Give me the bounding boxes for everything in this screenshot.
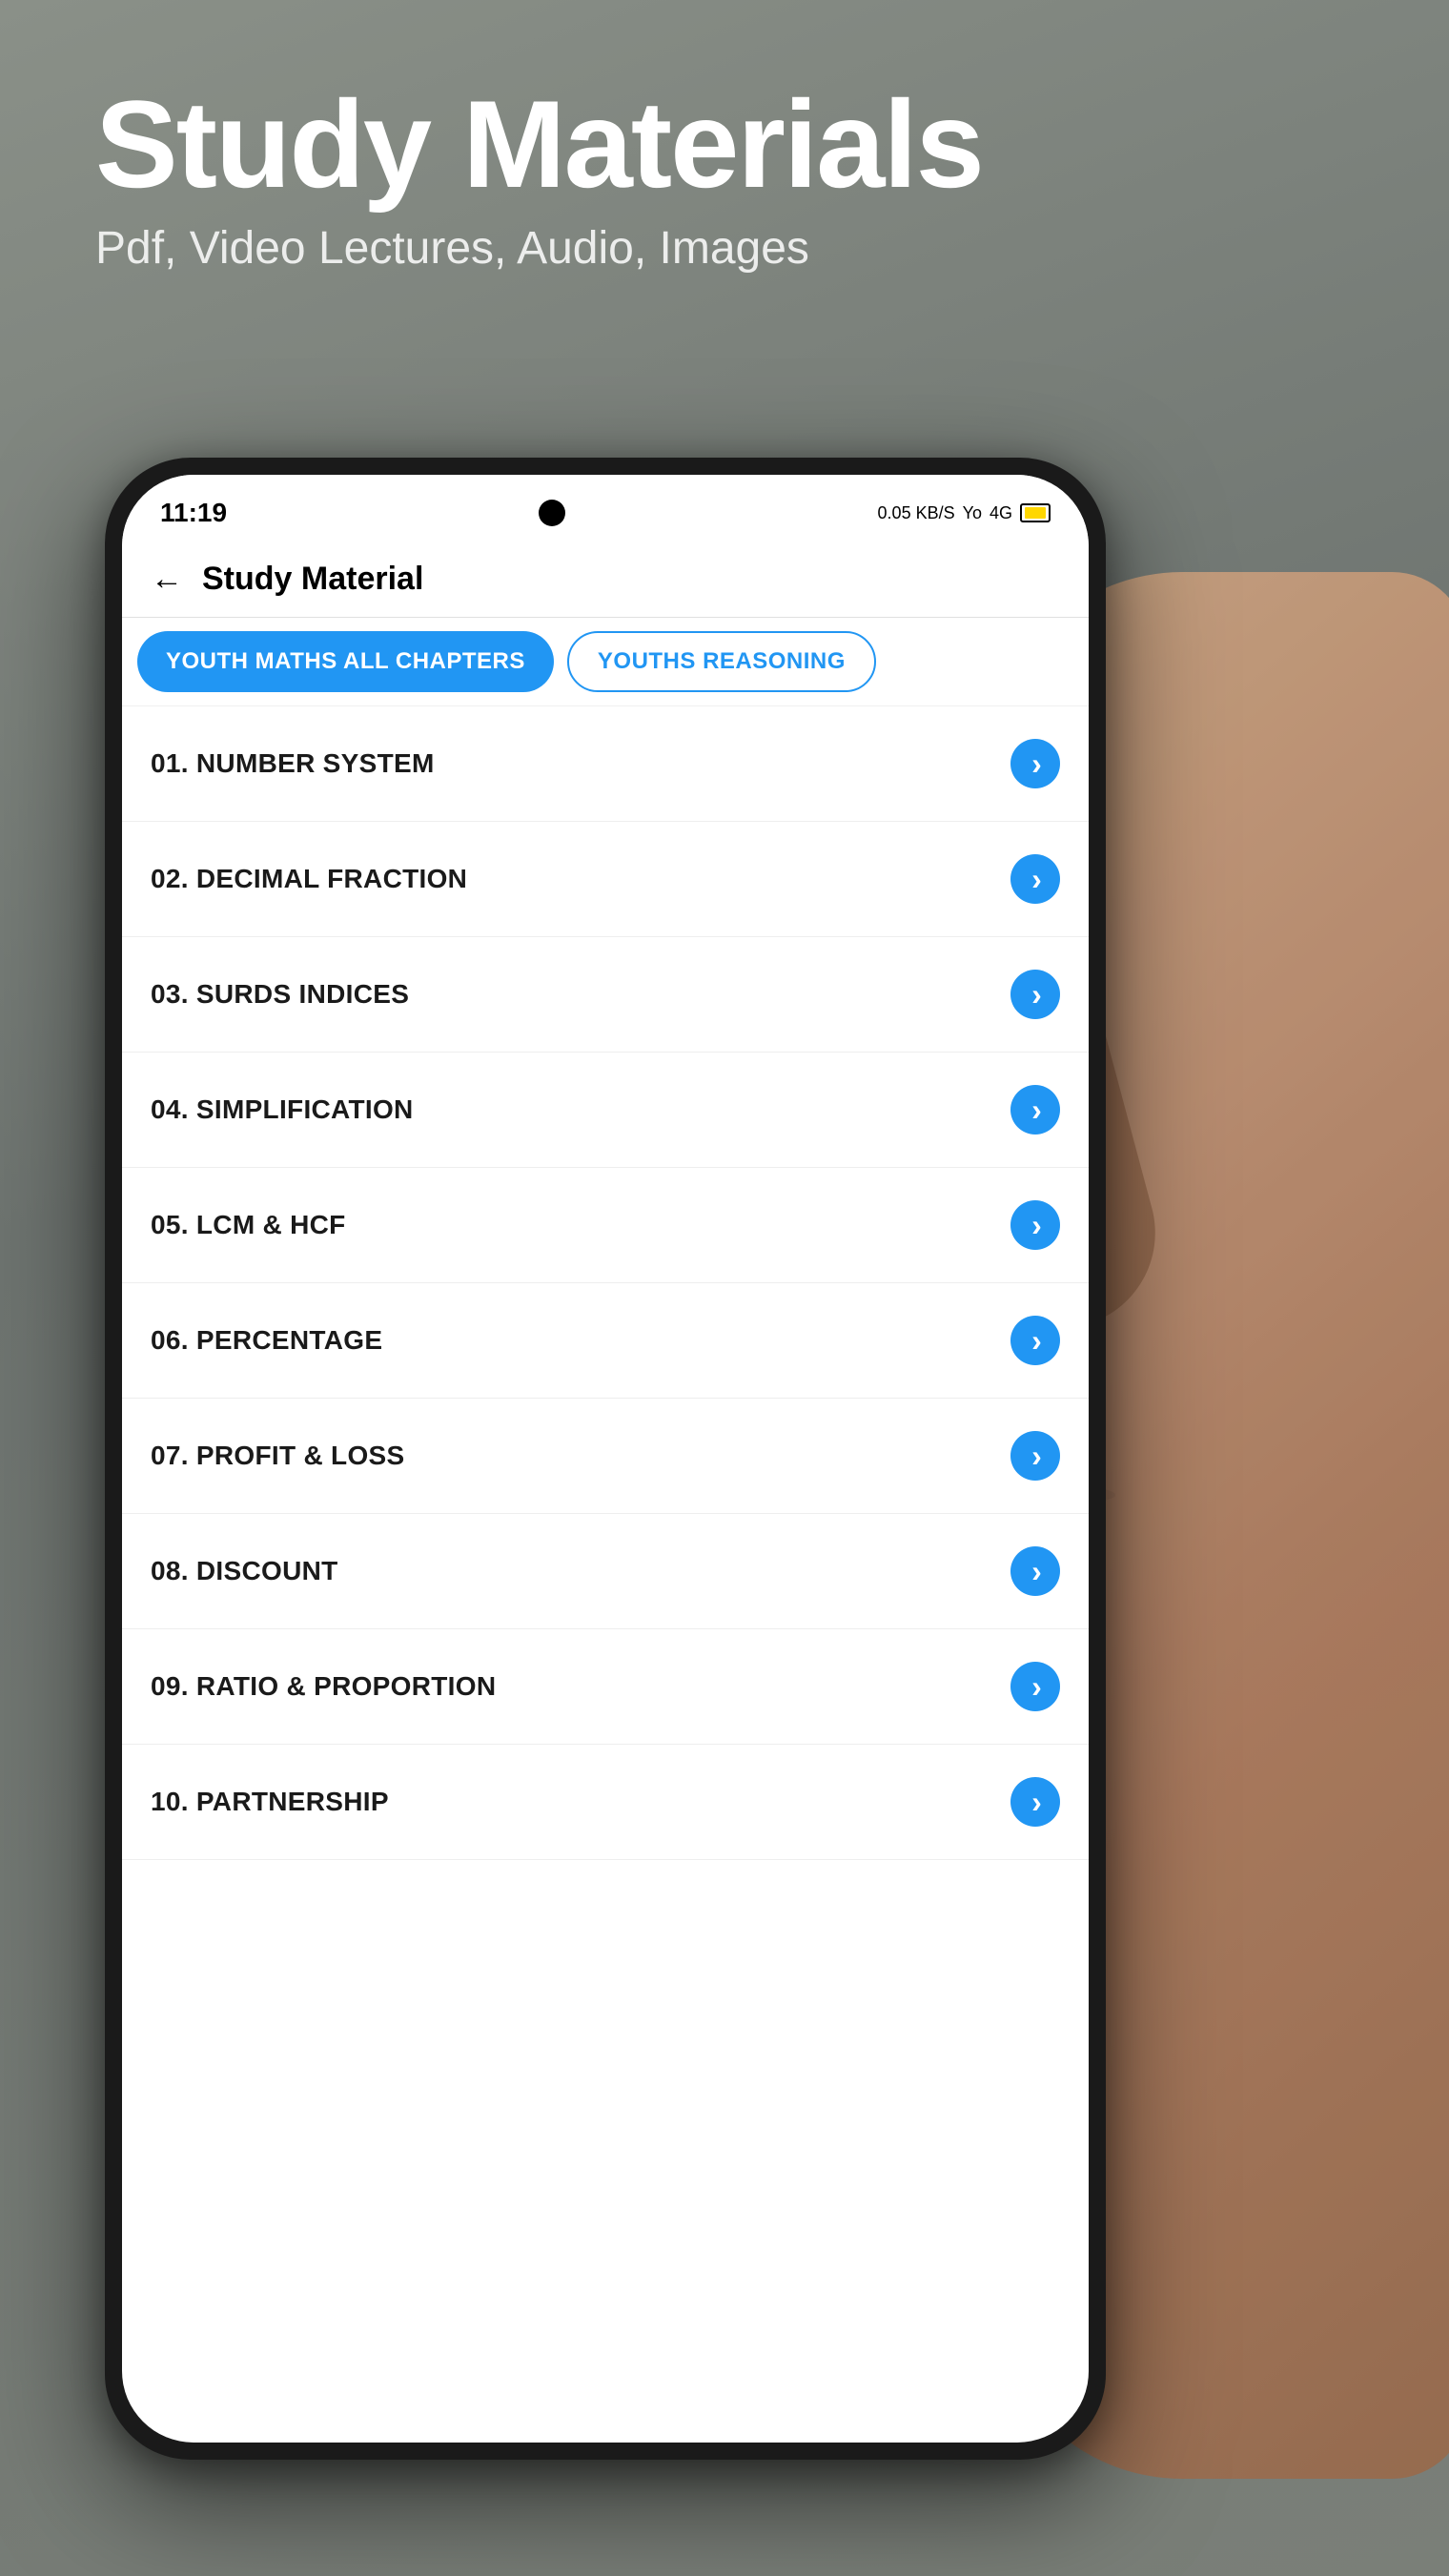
chapter-label: 05. LCM & HCF [151, 1210, 346, 1240]
chevron-right-icon [1010, 1431, 1060, 1481]
chevron-right-icon [1010, 970, 1060, 1019]
status-bar: 11:19 0.05 KB/S Yo 4G [122, 475, 1089, 542]
chevron-right-icon [1010, 1546, 1060, 1596]
status-icons: 0.05 KB/S Yo 4G [878, 503, 1051, 523]
carrier-label: Yo [963, 503, 982, 523]
phone-container: 11:19 0.05 KB/S Yo 4G ← Study Material Y… [105, 458, 1106, 2460]
chapter-label: 01. NUMBER SYSTEM [151, 748, 435, 779]
chevron-right-icon [1010, 739, 1060, 788]
header-area: Study Materials Pdf, Video Lectures, Aud… [95, 76, 983, 275]
network-type: 4G [990, 503, 1012, 523]
front-camera [539, 500, 565, 526]
main-title: Study Materials [95, 76, 983, 213]
chapter-label: 08. DISCOUNT [151, 1556, 338, 1586]
tab-youth-maths[interactable]: YOUTH MATHS ALL CHAPTERS [137, 631, 554, 692]
battery-icon [1020, 503, 1051, 522]
chapter-list: 01. NUMBER SYSTEM 02. DECIMAL FRACTION 03.… [122, 706, 1089, 1860]
app-header: ← Study Material [122, 542, 1089, 618]
list-item[interactable]: 03. SURDS INDICES [122, 937, 1089, 1053]
chapter-label: 10. PARTNERSHIP [151, 1787, 389, 1817]
chevron-right-icon [1010, 1662, 1060, 1711]
chevron-right-icon [1010, 1085, 1060, 1135]
chapter-label: 02. DECIMAL FRACTION [151, 864, 467, 894]
list-item[interactable]: 04. SIMPLIFICATION [122, 1053, 1089, 1168]
tab-youths-reasoning[interactable]: YOUTHS REASONING [567, 631, 876, 692]
chapter-label: 09. RATIO & PROPORTION [151, 1671, 496, 1702]
list-item[interactable]: 10. PARTNERSHIP [122, 1745, 1089, 1860]
chapter-label: 07. PROFIT & LOSS [151, 1441, 404, 1471]
back-button[interactable]: ← [151, 561, 183, 598]
chapter-label: 03. SURDS INDICES [151, 979, 409, 1010]
battery-fill [1025, 507, 1046, 519]
chevron-right-icon [1010, 1316, 1060, 1365]
list-item[interactable]: 07. PROFIT & LOSS [122, 1399, 1089, 1514]
tab-bar: YOUTH MATHS ALL CHAPTERS YOUTHS REASONIN… [122, 618, 1089, 706]
chevron-right-icon [1010, 1777, 1060, 1827]
list-item[interactable]: 09. RATIO & PROPORTION [122, 1629, 1089, 1745]
status-time: 11:19 [160, 498, 227, 528]
list-item[interactable]: 01. NUMBER SYSTEM [122, 706, 1089, 822]
phone-screen: 11:19 0.05 KB/S Yo 4G ← Study Material Y… [122, 475, 1089, 2443]
list-item[interactable]: 02. DECIMAL FRACTION [122, 822, 1089, 937]
data-speed: 0.05 KB/S [878, 503, 955, 523]
chevron-right-icon [1010, 1200, 1060, 1250]
chapter-label: 06. PERCENTAGE [151, 1325, 382, 1356]
app-title: Study Material [202, 561, 423, 598]
chapter-label: 04. SIMPLIFICATION [151, 1094, 414, 1125]
list-item[interactable]: 05. LCM & HCF [122, 1168, 1089, 1283]
list-item[interactable]: 06. PERCENTAGE [122, 1283, 1089, 1399]
chevron-right-icon [1010, 854, 1060, 904]
main-subtitle: Pdf, Video Lectures, Audio, Images [95, 222, 983, 275]
list-item[interactable]: 08. DISCOUNT [122, 1514, 1089, 1629]
